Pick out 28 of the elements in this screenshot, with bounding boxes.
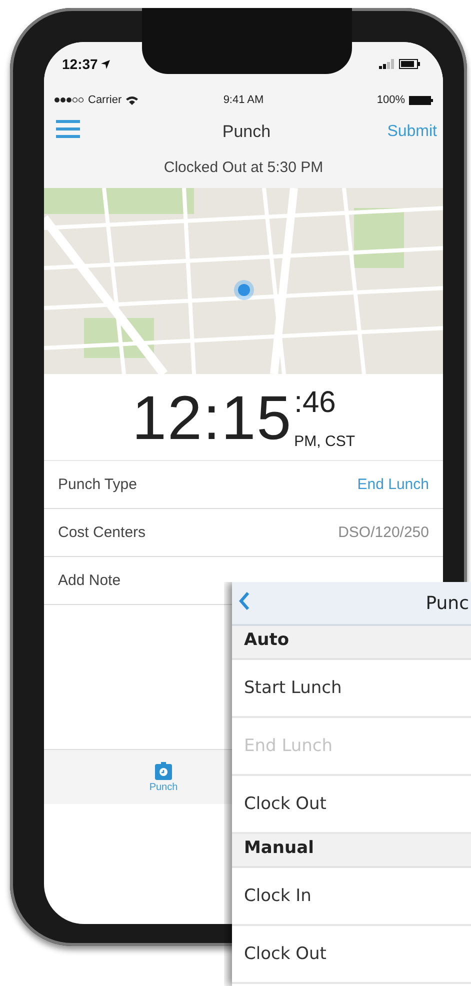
punch-option[interactable]: Clock Out xyxy=(232,926,471,984)
field-label: Punch Type xyxy=(58,476,137,493)
clock-status-text: Clocked Out at 5:30 PM xyxy=(164,159,324,176)
punch-option[interactable]: Start Lunch xyxy=(232,660,471,718)
section-header: Auto xyxy=(232,626,471,660)
clock-seconds: :46 xyxy=(294,388,337,418)
battery-percent: 100% xyxy=(376,94,405,106)
battery-icon xyxy=(399,59,421,69)
field-value: DSO/120/250 xyxy=(338,524,429,541)
punch-option[interactable]: Clock In xyxy=(232,868,471,926)
form-row[interactable]: Punch Type End Lunch xyxy=(44,461,443,509)
device-time: 12:37 xyxy=(62,56,98,72)
clock-time: 12:15 xyxy=(132,388,292,450)
clock-period-timezone: PM, CST xyxy=(294,434,355,450)
signal-icon xyxy=(379,59,395,69)
field-label: Cost Centers xyxy=(58,524,146,541)
form-row[interactable]: Cost Centers DSO/120/250 xyxy=(44,509,443,557)
carrier-name: Carrier xyxy=(88,94,122,106)
punch-option[interactable]: Clock Out xyxy=(232,776,471,834)
battery-icon xyxy=(409,96,433,104)
signal-dots-icon xyxy=(54,97,84,103)
location-arrow-icon xyxy=(100,60,110,68)
screen-title: Punch xyxy=(222,122,271,142)
field-label: Add Note xyxy=(58,572,121,589)
section-header: Manual xyxy=(232,834,471,868)
clock-icon xyxy=(154,762,172,780)
status-time: 9:41 AM xyxy=(223,94,264,106)
wifi-icon xyxy=(126,96,138,104)
